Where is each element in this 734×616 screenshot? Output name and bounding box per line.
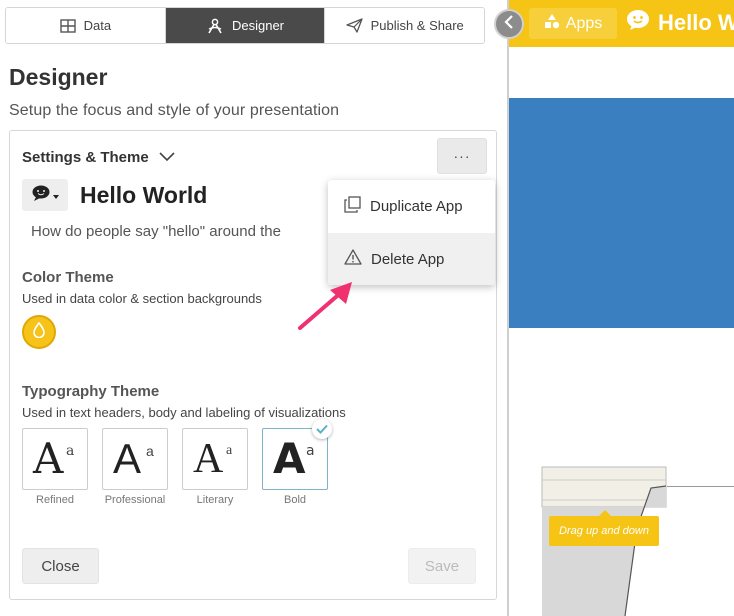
typography-sample-small: a [226,443,233,458]
apps-label: Apps [565,14,603,32]
collapse-panel-button[interactable] [494,9,524,39]
droplet-icon [33,321,45,343]
preview-title-text: Hello W [658,10,734,35]
designer-tools-icon [206,18,224,34]
tab-data-label: Data [83,18,112,33]
apps-button[interactable]: Apps [529,8,617,39]
color-theme-title: Color Theme [22,269,114,286]
typography-label-literary: Literary [196,494,234,506]
page-subtitle: Setup the focus and style of your presen… [9,102,340,119]
preview-header: Apps Hello W [509,0,734,47]
tab-designer-label: Designer [231,18,285,33]
smile-bubble-icon [626,9,650,37]
duplicate-icon [344,195,361,217]
typography-label-refined: Refined [36,494,74,506]
caret-down-icon [53,186,59,204]
tab-designer[interactable]: Designer [165,8,326,43]
typography-option-professional[interactable]: A a [102,428,168,490]
app-preview: Apps Hello W Drag up and down [509,0,734,616]
typography-sample-large: A [193,436,224,482]
duplicate-app-label: Duplicate App [370,197,463,215]
warning-icon [344,249,362,269]
preview-hero-section [509,98,734,328]
typography-sample-large: A [113,435,142,482]
typography-label-bold: Bold [283,494,307,506]
paper-plane-icon [345,18,363,33]
color-theme-subtitle: Used in data color & section backgrounds [22,291,262,306]
duplicate-app-menu-item[interactable]: Duplicate App [328,180,495,232]
drag-hint-tooltip: Drag up and down [549,510,659,546]
more-options-menu: Duplicate App Delete App [328,180,495,285]
typography-sample-small: a [306,443,315,459]
pointer-arrow-annotation [298,282,352,330]
typography-theme-title: Typography Theme [22,383,160,400]
app-icon-picker[interactable] [22,179,68,211]
shapes-icon [544,13,560,34]
table-icon [59,18,76,33]
typography-sample-large: A [273,434,306,483]
tab-publish-label: Publish & Share [370,18,464,33]
top-tabs: Data Designer Publish & Share [5,7,485,44]
close-button[interactable]: Close [22,548,99,584]
tab-data[interactable]: Data [6,8,166,43]
tab-publish-share[interactable]: Publish & Share [325,8,484,43]
page-title: Designer [9,64,108,90]
designer-panel: Data Designer Publish & Share Designer S… [0,0,508,616]
typography-sample-small: a [66,443,75,459]
preview-chart-guide [667,486,734,487]
app-name[interactable]: Hello World [80,182,207,209]
typography-option-literary[interactable]: A a [182,428,248,490]
speech-bubble-icon [31,184,51,207]
typography-option-refined[interactable]: A a [22,428,88,490]
typography-sample-small: a [146,443,154,459]
typography-sample-large: A [33,434,64,483]
app-root: Data Designer Publish & Share Designer S… [0,0,734,616]
chevron-left-icon [504,14,514,34]
delete-app-label: Delete App [371,250,445,268]
more-options-button[interactable]: ··· [437,138,487,174]
selected-check-icon [312,419,332,439]
save-button[interactable]: Save [408,548,476,584]
typography-label-professional: Professional [104,494,166,506]
settings-theme-title: Settings & Theme [22,149,149,166]
color-theme-swatch[interactable] [22,315,56,349]
preview-app-title: Hello W [626,9,734,37]
app-description[interactable]: How do people say "hello" around the [31,223,281,240]
typography-theme-subtitle: Used in text headers, body and labeling … [22,405,346,420]
settings-theme-toggle[interactable]: Settings & Theme [22,149,175,166]
chevron-down-icon [159,149,175,166]
